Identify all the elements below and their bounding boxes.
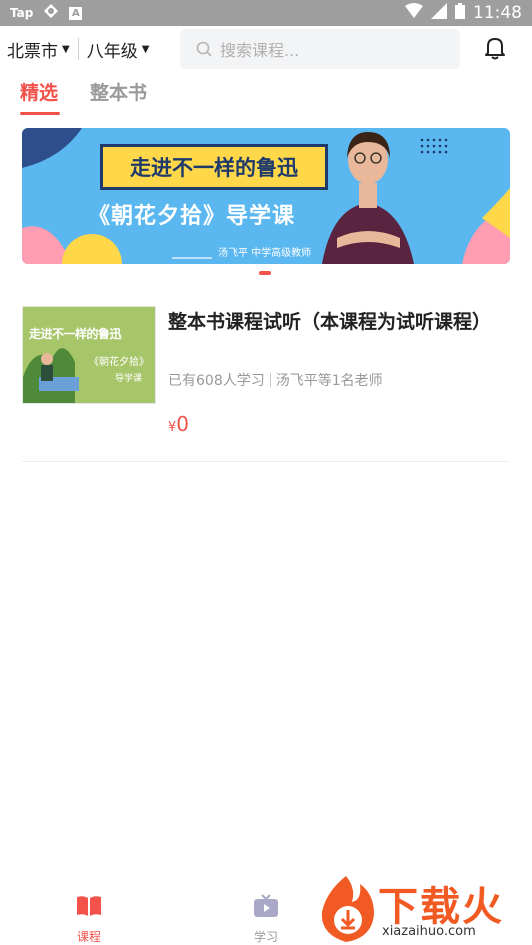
wifi-icon: [405, 2, 423, 24]
grade-selector[interactable]: 八年级 ▼: [87, 37, 150, 62]
sync-icon: [43, 3, 59, 23]
meta-separator: [269, 373, 271, 387]
tab-featured[interactable]: 精选: [20, 78, 58, 105]
selector-divider: [77, 38, 79, 60]
grade-label: 八年级: [86, 41, 138, 62]
tab-whole-book[interactable]: 整本书: [90, 78, 147, 105]
battery-icon: [455, 2, 465, 24]
clock: 11:48: [473, 3, 522, 23]
course-meta: 已有608人学习 汤飞平等1名老师: [168, 370, 383, 390]
course-card[interactable]: 走进不一样的鲁迅 《朝花夕拾》 导学课 整本书课程试听（本课程为试听课程） 已有…: [22, 300, 510, 460]
carousel-dot-active: [259, 271, 271, 275]
city-label: 北票市: [7, 41, 58, 62]
top-bar: 北票市 ▼ 八年级 ▼ 搜索课程...: [0, 26, 532, 72]
search-icon: [196, 41, 212, 57]
bell-icon[interactable]: [484, 36, 506, 64]
list-divider: [22, 461, 510, 462]
flame-icon: [321, 876, 374, 942]
nav-item-courses[interactable]: 课程: [76, 894, 102, 945]
nav-item-study[interactable]: 学习: [253, 894, 279, 945]
notification-letter-icon: A: [69, 6, 83, 20]
teacher-count: 汤飞平等1名老师: [275, 373, 383, 389]
banner-title: 走进不一样的鲁迅: [100, 144, 328, 190]
book-icon: [76, 894, 102, 922]
price-value: 0: [176, 412, 190, 436]
city-selector[interactable]: 北票市 ▼: [7, 37, 70, 62]
signal-icon: [431, 2, 447, 24]
thumbnail-subtitle-2: 导学课: [115, 374, 143, 384]
search-placeholder: 搜索课程...: [220, 41, 300, 60]
watermark-url: xiazaihuo.com: [382, 924, 476, 939]
thumbnail-title: 走进不一样的鲁迅: [29, 327, 122, 341]
carousel-indicator: [0, 268, 532, 278]
status-bar: Tap A 11:48: [0, 0, 532, 26]
tap-app-label: Tap: [10, 6, 34, 20]
course-price: ¥0: [168, 412, 189, 436]
thumbnail-subtitle: 《朝花夕拾》: [89, 357, 149, 368]
nav-label-study: 学习: [253, 930, 278, 944]
promo-banner[interactable]: 走进不一样的鲁迅 《朝花夕拾》导学课 汤飞平 中学高级教师: [22, 128, 510, 264]
banner-subtitle: 《朝花夕拾》导学课: [88, 204, 296, 229]
active-tab-indicator: [20, 112, 60, 115]
category-tabs: 精选 整本书: [0, 78, 532, 118]
course-thumbnail: 走进不一样的鲁迅 《朝花夕拾》 导学课: [22, 306, 156, 404]
learner-count: 已有608人学习: [168, 373, 265, 389]
banner-teacher: 汤飞平 中学高级教师: [218, 248, 312, 259]
caret-down-icon: ▼: [62, 43, 70, 55]
tv-play-icon: [253, 894, 279, 922]
nav-label-courses: 课程: [76, 930, 101, 944]
watermark-logo: 下载火 xiazaihuo.com: [316, 872, 532, 944]
course-title: 整本书课程试听（本课程为试听课程）: [168, 311, 492, 333]
caret-down-icon: ▼: [141, 43, 150, 55]
search-input[interactable]: 搜索课程...: [180, 29, 460, 69]
